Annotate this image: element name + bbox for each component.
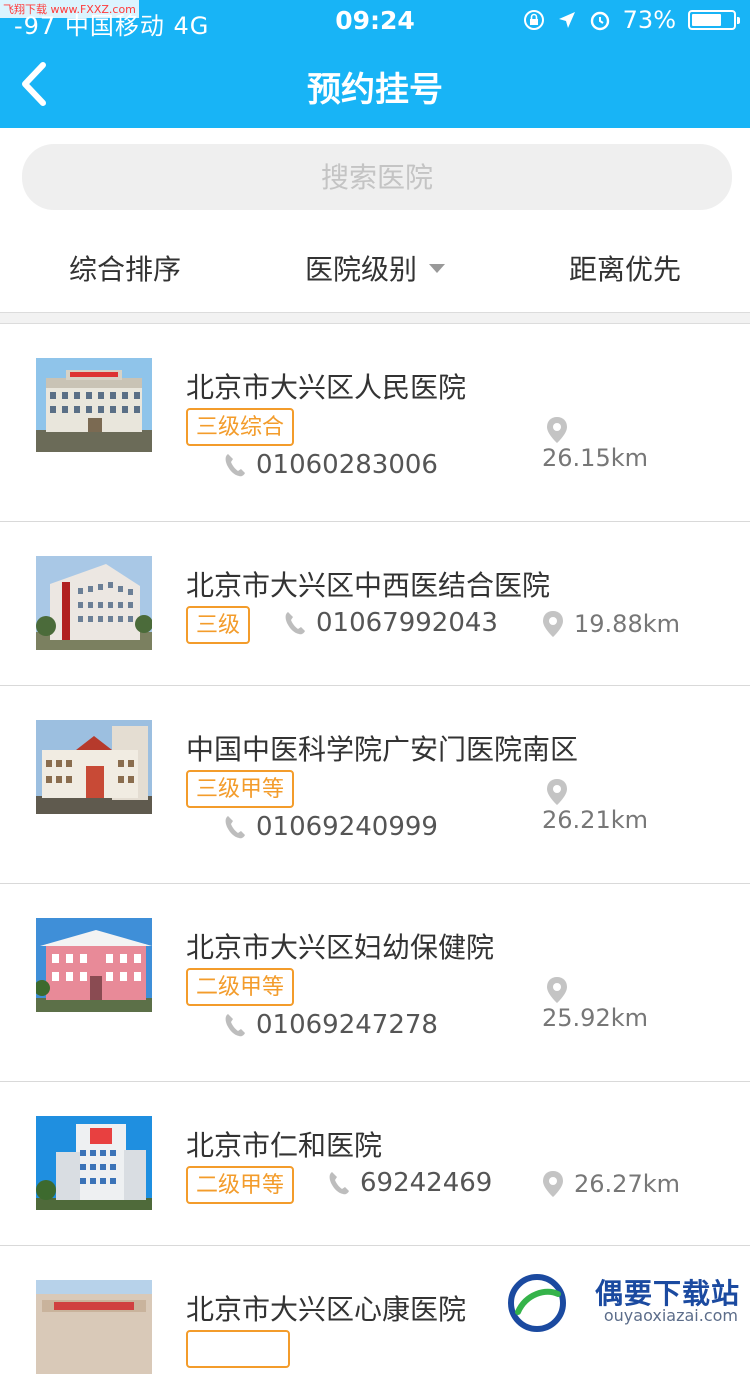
hospital-phone[interactable]: 01067992043 [284, 608, 498, 638]
alarm-icon [590, 11, 609, 31]
filter-hospital-level[interactable]: 医院级别 [250, 224, 500, 312]
caret-down-icon [429, 263, 445, 273]
hospital-name: 北京市大兴区妇幼保健院 [186, 931, 495, 964]
distance-value: 26.15km [542, 444, 648, 472]
filter-label: 医院级别 [304, 253, 417, 286]
location-pin-icon [547, 417, 567, 443]
hospital-level-badge: 二级甲等 [186, 968, 295, 1006]
filter-label: 距离优先 [568, 253, 681, 286]
section-divider [0, 312, 750, 324]
hospital-list-item[interactable]: 北京市大兴区人民医院 三级综合 01060283006 26.15km [0, 324, 750, 522]
filter-distance-first[interactable]: 距离优先 [500, 224, 750, 312]
distance-value: 19.88km [574, 610, 680, 638]
hospital-phone[interactable]: 01060283006 [224, 450, 438, 480]
hospital-phone[interactable]: 01069247278 [224, 1010, 438, 1040]
hospital-name: 中国中医科学院广安门医院南区 [186, 733, 579, 766]
location-pin-icon [543, 611, 563, 637]
battery-icon [688, 10, 740, 30]
hospital-phone[interactable]: 69242469 [328, 1168, 492, 1198]
phone-icon [285, 612, 305, 635]
page-title: 预约挂号 [307, 70, 443, 110]
hospital-list: 北京市大兴区人民医院 三级综合 01060283006 26.15km 北京市大… [0, 324, 750, 1374]
phone-number: 01067992043 [316, 608, 498, 638]
battery-fill [692, 14, 721, 26]
hospital-level-badge: 三级综合 [186, 408, 295, 446]
phone-icon [225, 454, 245, 477]
hospital-photo [36, 556, 152, 650]
search-bar [0, 128, 750, 224]
hospital-distance: 19.88km [542, 610, 680, 638]
filter-bar: 综合排序 医院级别 距离优先 [0, 224, 750, 312]
location-arrow-icon [558, 12, 575, 28]
phone-icon [329, 1172, 349, 1195]
hospital-photo [36, 358, 152, 452]
phone-number: 01069247278 [256, 1010, 438, 1040]
orientation-lock-icon [523, 10, 544, 30]
hospital-list-item[interactable]: 北京市大兴区中西医结合医院 三级 01067992043 19.88km [0, 522, 750, 686]
watermark: 偶要下载站 ouyaoxiazai.com [500, 1270, 750, 1334]
distance-value: 26.21km [542, 806, 648, 834]
hospital-phone[interactable]: 01069240999 [224, 812, 438, 842]
watermark-logo [508, 1274, 566, 1332]
nav-bar: 预约挂号 [0, 40, 750, 128]
hospital-name: 北京市大兴区心康医院 [186, 1293, 467, 1326]
location-pin-icon [547, 977, 567, 1003]
corner-watermark: 飞翔下载 www.FXXZ.com [0, 0, 139, 18]
phone-number: 01069240999 [256, 812, 438, 842]
top-bar: -97 中国移动 4G 09:24 73% 预约挂号 [0, 0, 750, 128]
phone-number: 69242469 [360, 1168, 493, 1198]
hospital-level-badge: 二级甲等 [186, 1166, 295, 1204]
phone-icon [225, 816, 245, 839]
hospital-photo [36, 1116, 152, 1210]
hospital-distance: 25.92km [542, 976, 648, 1032]
filter-sort-comprehensive[interactable]: 综合排序 [0, 224, 250, 312]
hospital-name: 北京市大兴区中西医结合医院 [186, 569, 551, 602]
hospital-distance: 26.15km [542, 416, 648, 472]
hospital-list-item[interactable]: 北京市仁和医院 二级甲等 69242469 26.27km [0, 1082, 750, 1246]
hospital-name: 北京市仁和医院 [186, 1129, 383, 1162]
location-pin-icon [547, 779, 567, 805]
battery-percent: 73% [622, 6, 676, 34]
distance-value: 26.27km [574, 1170, 680, 1198]
hospital-list-item[interactable]: 中国中医科学院广安门医院南区 三级甲等 01069240999 26.21km [0, 686, 750, 884]
hospital-photo [36, 918, 152, 1012]
location-pin-icon [543, 1171, 563, 1197]
hospital-name: 北京市大兴区人民医院 [186, 371, 467, 404]
distance-value: 25.92km [542, 1004, 648, 1032]
hospital-photo [36, 1280, 152, 1374]
hospital-level-badge: 三级甲等 [186, 770, 295, 808]
hospital-distance: 26.21km [542, 778, 648, 834]
status-right: 73% [523, 6, 740, 34]
filter-label: 综合排序 [68, 253, 181, 286]
hospital-level-badge: 三级 [186, 606, 251, 644]
search-input[interactable] [22, 144, 732, 210]
hospital-photo [36, 720, 152, 814]
phone-icon [225, 1014, 245, 1037]
hospital-distance: 26.27km [542, 1170, 680, 1198]
hospital-list-item[interactable]: 北京市大兴区妇幼保健院 二级甲等 01069247278 25.92km [0, 884, 750, 1082]
phone-number: 01060283006 [256, 450, 438, 480]
hospital-level-badge [186, 1330, 290, 1368]
watermark-url: ouyaoxiazai.com [603, 1306, 738, 1325]
